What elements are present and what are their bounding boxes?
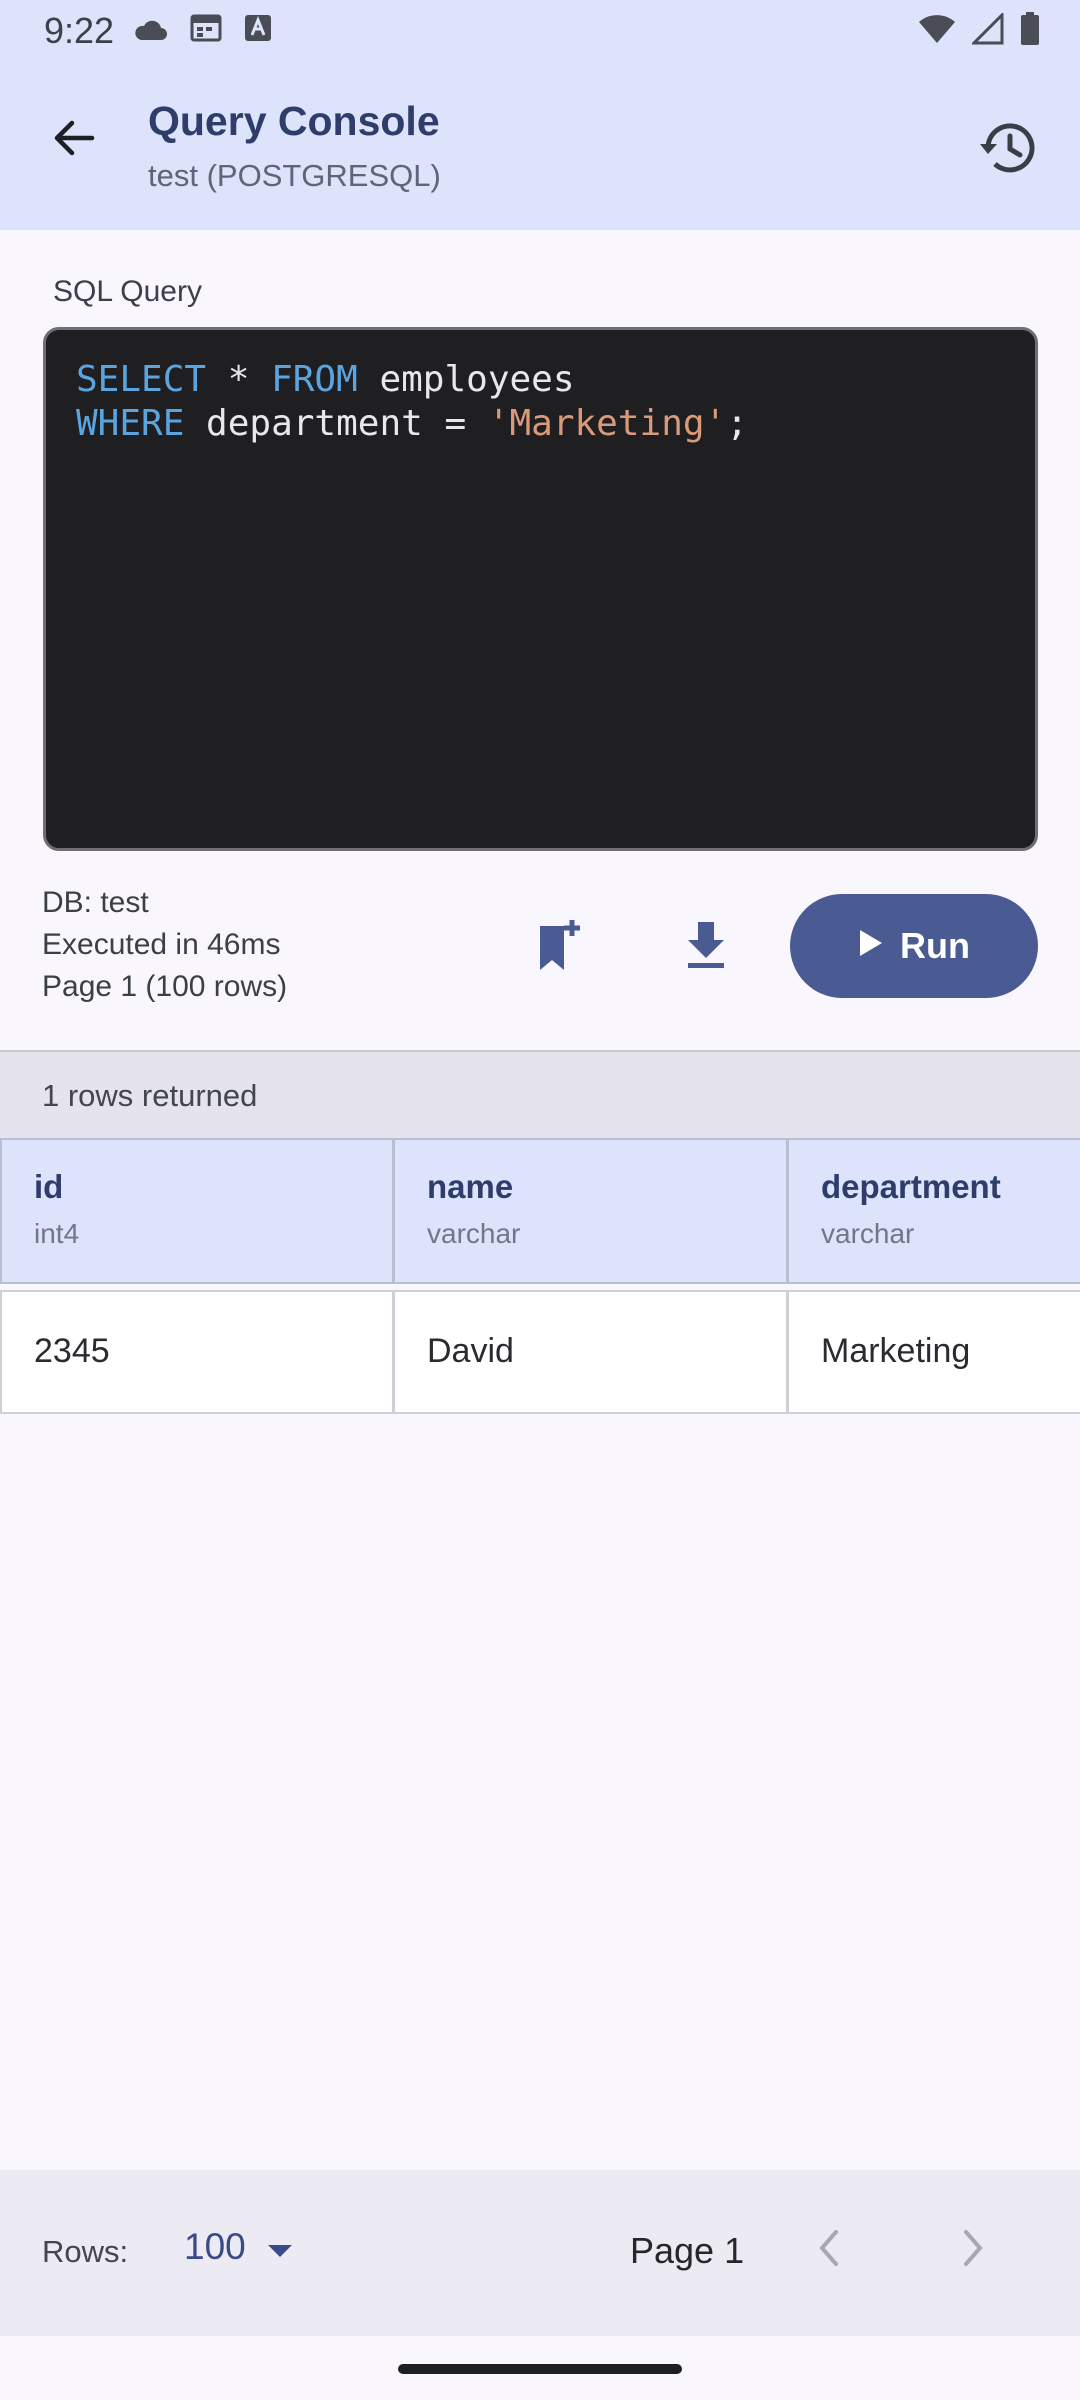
column-header-name[interactable]: name varchar bbox=[395, 1140, 789, 1282]
chevron-left-icon bbox=[816, 2228, 840, 2273]
rows-per-page-label: Rows: bbox=[42, 2234, 129, 2269]
page-title: Query Console bbox=[148, 98, 440, 144]
sql-text: ; bbox=[726, 403, 748, 444]
font-icon bbox=[244, 12, 272, 51]
app-bar: Query Console test (POSTGRESQL) bbox=[0, 62, 1080, 230]
run-button[interactable]: Run bbox=[790, 894, 1038, 998]
back-button[interactable] bbox=[38, 104, 110, 176]
table-row[interactable]: 2345 David Marketing bbox=[0, 1290, 1080, 1414]
history-icon bbox=[978, 120, 1038, 181]
sql-text: department = bbox=[184, 403, 488, 444]
pagination-bar: Rows: 100 Page 1 bbox=[0, 2170, 1080, 2336]
wifi-icon bbox=[918, 13, 956, 54]
table-header: id int4 name varchar department varchar bbox=[0, 1138, 1080, 1284]
sql-keyword: FROM bbox=[271, 359, 358, 400]
table-cell: Marketing bbox=[821, 1332, 971, 1370]
page-info: Page 1 (100 rows) bbox=[42, 970, 288, 1003]
history-button[interactable] bbox=[972, 114, 1044, 186]
status-time: 9:22 bbox=[44, 10, 115, 51]
sql-keyword: SELECT bbox=[76, 359, 207, 400]
download-icon bbox=[684, 920, 728, 975]
run-label: Run bbox=[900, 925, 970, 966]
column-name: name bbox=[427, 1168, 514, 1205]
previous-page-button[interactable] bbox=[800, 2220, 856, 2280]
download-button[interactable] bbox=[676, 912, 736, 982]
bookmark-add-icon bbox=[538, 918, 582, 977]
sql-editor[interactable]: SELECT * FROM employees WHERE department… bbox=[43, 327, 1038, 851]
current-page-label: Page 1 bbox=[630, 2230, 745, 2271]
sql-text: * bbox=[206, 359, 272, 400]
connection-subtitle: test (POSTGRESQL) bbox=[148, 158, 441, 193]
cloud-icon bbox=[132, 12, 168, 51]
arrow-back-icon bbox=[50, 114, 98, 167]
play-icon bbox=[858, 925, 884, 967]
column-type: varchar bbox=[427, 1218, 521, 1249]
column-type: varchar bbox=[821, 1218, 915, 1249]
column-header-id[interactable]: id int4 bbox=[0, 1140, 395, 1282]
signal-icon bbox=[970, 11, 1004, 54]
sql-keyword: WHERE bbox=[76, 403, 185, 444]
status-bar: 9:22 bbox=[0, 0, 1080, 62]
rows-returned-summary: 1 rows returned bbox=[0, 1052, 1080, 1138]
query-meta: DB: test Executed in 46ms Page 1 (100 ro… bbox=[42, 882, 287, 1008]
column-header-department[interactable]: department varchar bbox=[789, 1140, 1080, 1282]
rows-per-page-select[interactable]: 100 bbox=[184, 2226, 294, 2268]
sql-text: employees bbox=[357, 359, 575, 400]
column-name: department bbox=[821, 1168, 1001, 1205]
next-page-button[interactable] bbox=[946, 2220, 1002, 2280]
battery-icon bbox=[1020, 12, 1040, 55]
column-type: int4 bbox=[34, 1218, 80, 1249]
results-table: id int4 name varchar department varchar … bbox=[0, 1138, 1080, 1414]
column-name: id bbox=[34, 1168, 64, 1205]
table-cell: 2345 bbox=[0, 1292, 395, 1412]
calendar-icon bbox=[190, 12, 222, 51]
chevron-right-icon bbox=[962, 2228, 986, 2273]
dropdown-arrow-icon bbox=[266, 2226, 294, 2268]
gesture-nav-handle[interactable] bbox=[398, 2364, 682, 2374]
table-cell: David bbox=[395, 1292, 789, 1412]
save-query-button[interactable] bbox=[530, 912, 590, 982]
sql-string: 'Marketing' bbox=[487, 403, 727, 444]
execution-time: Executed in 46ms bbox=[42, 928, 281, 961]
db-name: DB: test bbox=[42, 886, 149, 919]
rows-per-page-value: 100 bbox=[184, 2226, 246, 2267]
sql-query-label: SQL Query bbox=[53, 275, 202, 308]
